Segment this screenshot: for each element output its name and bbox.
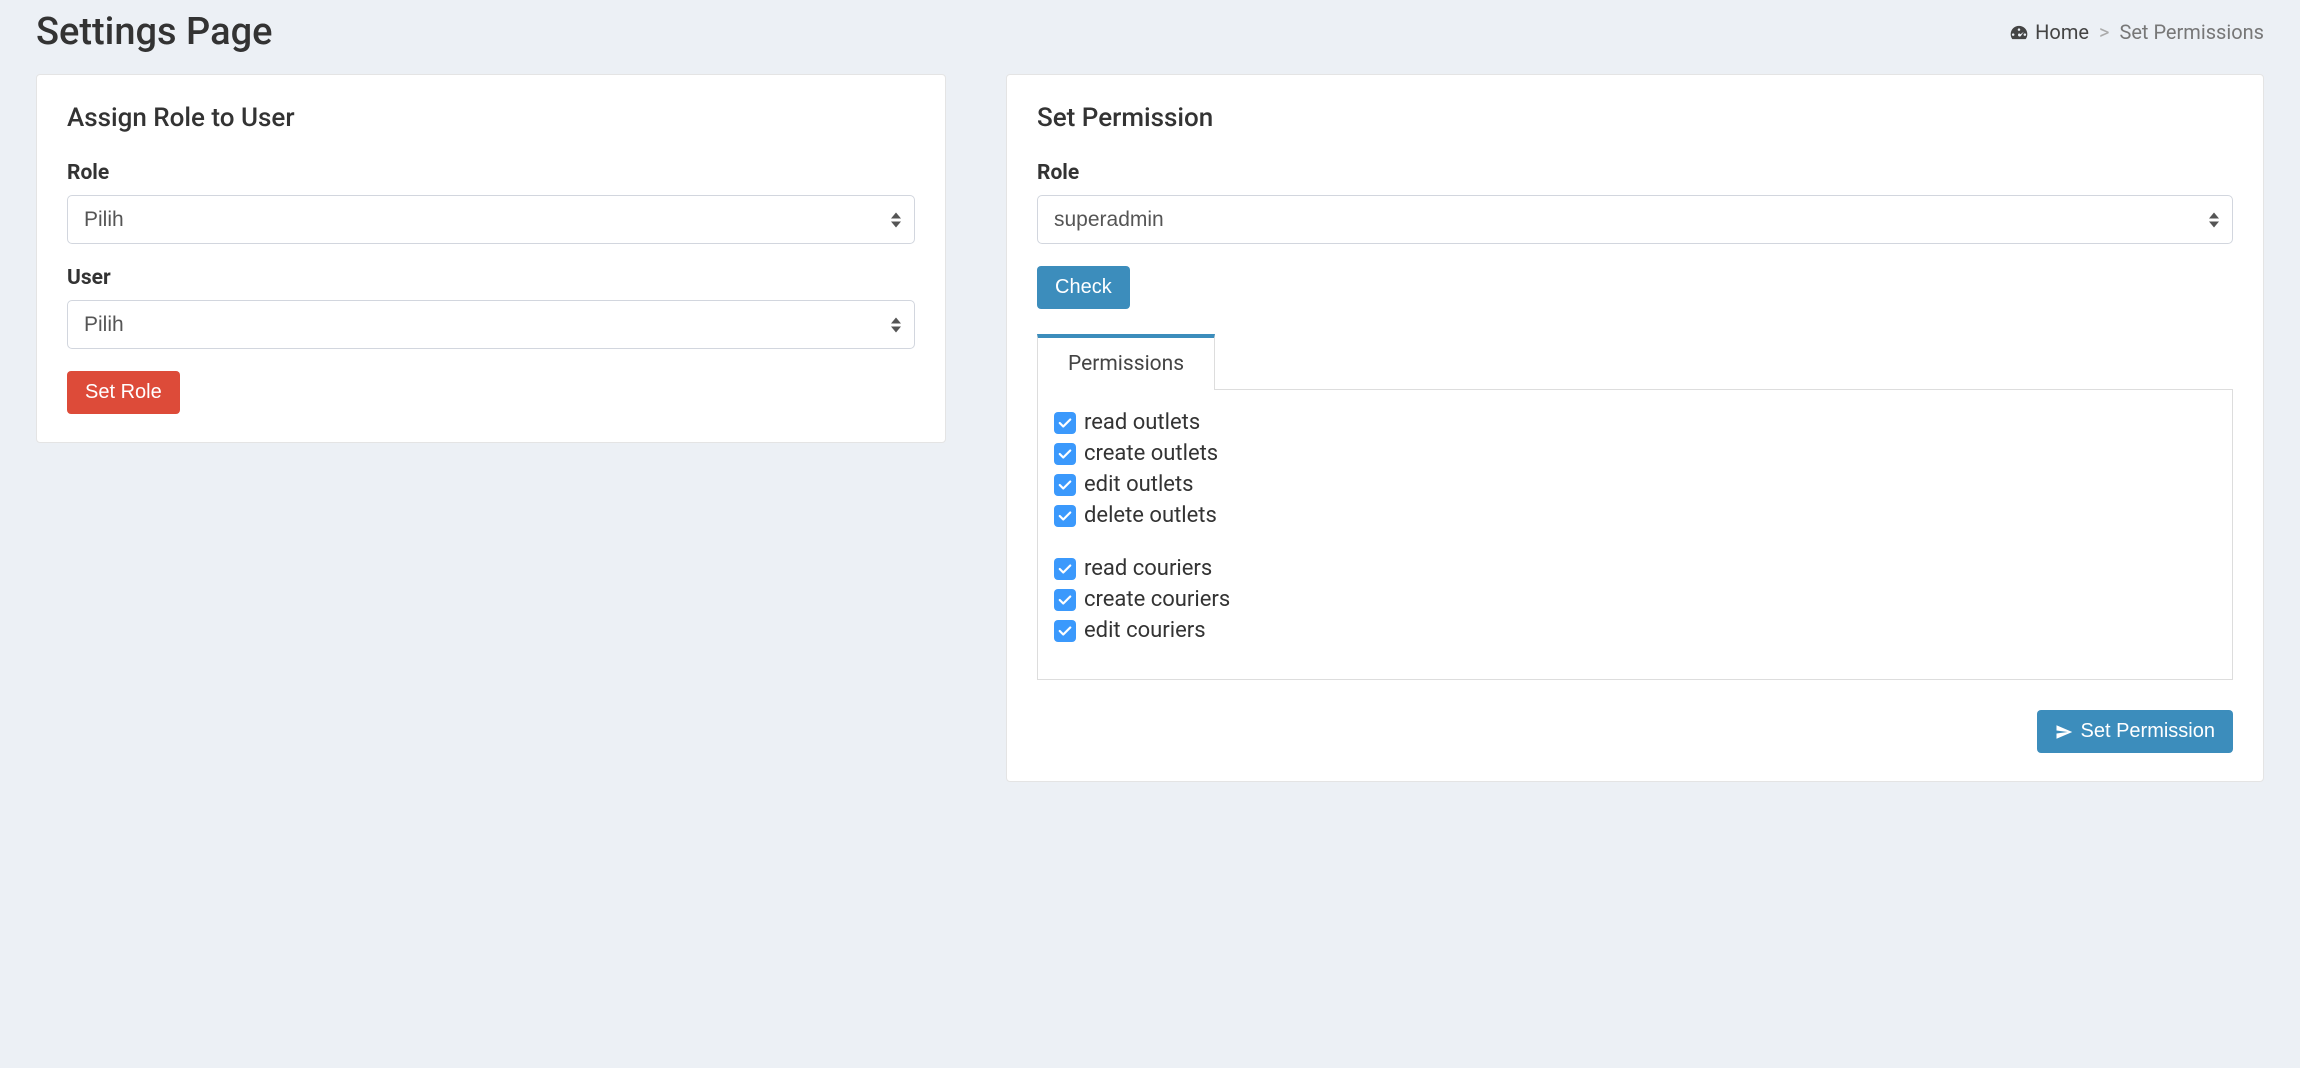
permission-item: edit couriers (1052, 618, 2218, 643)
permission-label: create couriers (1084, 587, 1230, 612)
breadcrumb-current: Set Permissions (2119, 20, 2264, 44)
permissions-tabs: Permissions read outlets create outlets (1037, 334, 2233, 680)
set-permission-label: Set Permission (2081, 720, 2216, 743)
permission-checkbox[interactable] (1054, 412, 1076, 434)
check-button-label: Check (1055, 276, 1112, 299)
set-role-label: Set Role (85, 381, 162, 404)
permission-checkbox[interactable] (1054, 443, 1076, 465)
paper-plane-icon (2055, 723, 2073, 741)
permission-item: read outlets (1052, 410, 2218, 435)
set-permission-button[interactable]: Set Permission (2037, 710, 2234, 753)
permission-checkbox[interactable] (1054, 558, 1076, 580)
permission-label: edit outlets (1084, 472, 1194, 497)
breadcrumb-home-link[interactable]: Home (2009, 20, 2089, 44)
user-label: User (67, 266, 915, 290)
page-title: Settings Page (36, 10, 272, 54)
permission-item: read couriers (1052, 556, 2218, 581)
permission-label: edit couriers (1084, 618, 1206, 643)
check-button[interactable]: Check (1037, 266, 1130, 309)
breadcrumb-separator: > (2099, 20, 2109, 44)
user-select[interactable]: Pilih (67, 300, 915, 349)
permission-item: delete outlets (1052, 503, 2218, 528)
set-role-button[interactable]: Set Role (67, 371, 180, 414)
role-label: Role (67, 161, 915, 185)
permission-label: delete outlets (1084, 503, 1217, 528)
permission-checkbox[interactable] (1054, 505, 1076, 527)
permission-checkbox[interactable] (1054, 589, 1076, 611)
permission-label: create outlets (1084, 441, 1218, 466)
breadcrumb-home-label: Home (2035, 20, 2089, 44)
permission-item: create outlets (1052, 441, 2218, 466)
breadcrumb: Home > Set Permissions (2009, 20, 2264, 44)
permission-role-label: Role (1037, 161, 2233, 185)
permission-label: read outlets (1084, 410, 1200, 435)
permissions-tab-content: read outlets create outlets edit outlets (1037, 390, 2233, 680)
permission-item: create couriers (1052, 587, 2218, 612)
role-select[interactable]: Pilih (67, 195, 915, 244)
permission-label: read couriers (1084, 556, 1212, 581)
permission-role-select[interactable]: superadmin (1037, 195, 2233, 244)
tab-permissions-label: Permissions (1068, 352, 1184, 376)
permission-checkbox[interactable] (1054, 474, 1076, 496)
set-permission-card: Set Permission Role superadmin Check (1006, 74, 2264, 782)
permission-checkbox[interactable] (1054, 620, 1076, 642)
permission-item: edit outlets (1052, 472, 2218, 497)
dashboard-icon (2009, 24, 2029, 41)
page-header: Settings Page Home > Set Permissions (36, 0, 2264, 74)
assign-role-card: Assign Role to User Role Pilih User Pili… (36, 74, 946, 443)
tab-permissions[interactable]: Permissions (1037, 334, 1215, 390)
assign-role-title: Assign Role to User (67, 103, 915, 133)
set-permission-title: Set Permission (1037, 103, 2233, 133)
